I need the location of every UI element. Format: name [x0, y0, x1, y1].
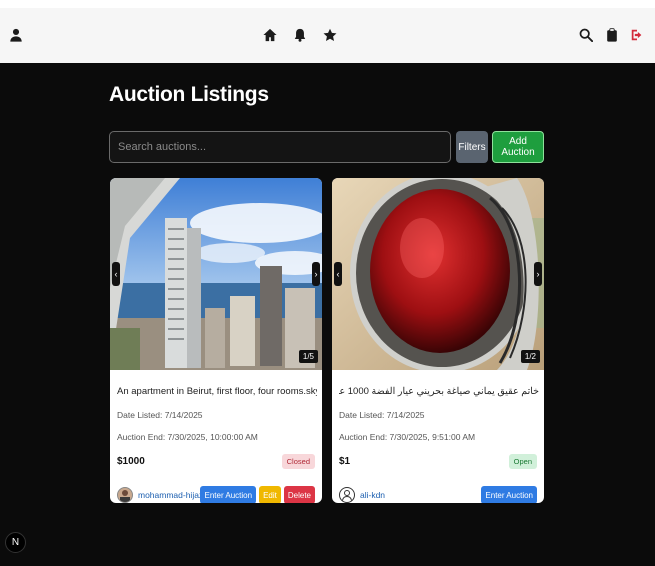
date-listed: Date Listed: 7/14/2025 — [339, 410, 425, 420]
avatar — [117, 487, 133, 503]
next-image-button[interactable]: › — [534, 262, 542, 286]
filters-button[interactable]: Filters — [456, 131, 488, 163]
add-auction-button[interactable]: Add Auction — [492, 131, 544, 163]
auction-card[interactable]: ‹ › 1/5 An apartment in Beirut, first fl… — [110, 178, 322, 503]
enter-auction-button[interactable]: Enter Auction — [200, 486, 257, 503]
auction-card[interactable]: ‹ › 1/2 خاتم عقيق يماني صياغة بحريني عيا… — [332, 178, 544, 503]
home-icon[interactable] — [262, 27, 278, 43]
seller-username[interactable]: ali-kdn — [360, 490, 385, 500]
next-image-button[interactable]: › — [312, 262, 320, 286]
listing-image: ‹ › 1/2 — [332, 178, 544, 370]
seller-username[interactable]: mohammad-hijazi — [138, 490, 205, 500]
card-actions: Enter Auction — [481, 486, 537, 503]
search-input[interactable] — [109, 131, 451, 163]
bell-icon[interactable] — [292, 27, 308, 43]
status-badge: Closed — [281, 454, 315, 469]
prev-image-button[interactable]: ‹ — [112, 262, 120, 286]
auction-end: Auction End: 7/30/2025, 10:00:00 AM — [117, 432, 258, 442]
page-title: Auction Listings — [109, 83, 269, 106]
delete-button[interactable]: Delete — [283, 486, 315, 503]
edit-button[interactable]: Edit — [259, 486, 281, 503]
seller-info: mohammad-hijazi — [117, 486, 205, 503]
status-badge: Open — [508, 454, 537, 469]
listing-image: ‹ › 1/5 — [110, 178, 322, 370]
prev-image-button[interactable]: ‹ — [334, 262, 342, 286]
image-counter: 1/5 — [298, 350, 318, 363]
user-icon[interactable] — [8, 27, 24, 43]
seller-info: ali-kdn — [339, 486, 385, 503]
date-listed: Date Listed: 7/14/2025 — [117, 410, 203, 420]
navbar — [0, 8, 655, 64]
star-icon[interactable] — [322, 27, 338, 43]
logout-icon[interactable] — [629, 27, 645, 43]
search-icon[interactable] — [578, 27, 594, 43]
image-counter: 1/2 — [520, 350, 540, 363]
clipboard-icon[interactable] — [604, 27, 620, 43]
listing-price: $1 — [339, 456, 351, 467]
auction-end: Auction End: 7/30/2025, 9:51:00 AM — [339, 432, 476, 442]
dev-tools-badge[interactable]: N — [5, 532, 26, 553]
listing-title: خاتم عقيق يماني صياغة بحريني عيار الفضة … — [339, 386, 539, 397]
enter-auction-button[interactable]: Enter Auction — [481, 486, 537, 503]
listing-price: $1000 — [117, 456, 145, 467]
listing-title: An apartment in Beirut, first floor, fou… — [117, 386, 317, 397]
avatar — [339, 487, 355, 503]
card-actions: Enter Auction Edit Delete — [200, 486, 315, 503]
top-strip — [0, 0, 655, 8]
